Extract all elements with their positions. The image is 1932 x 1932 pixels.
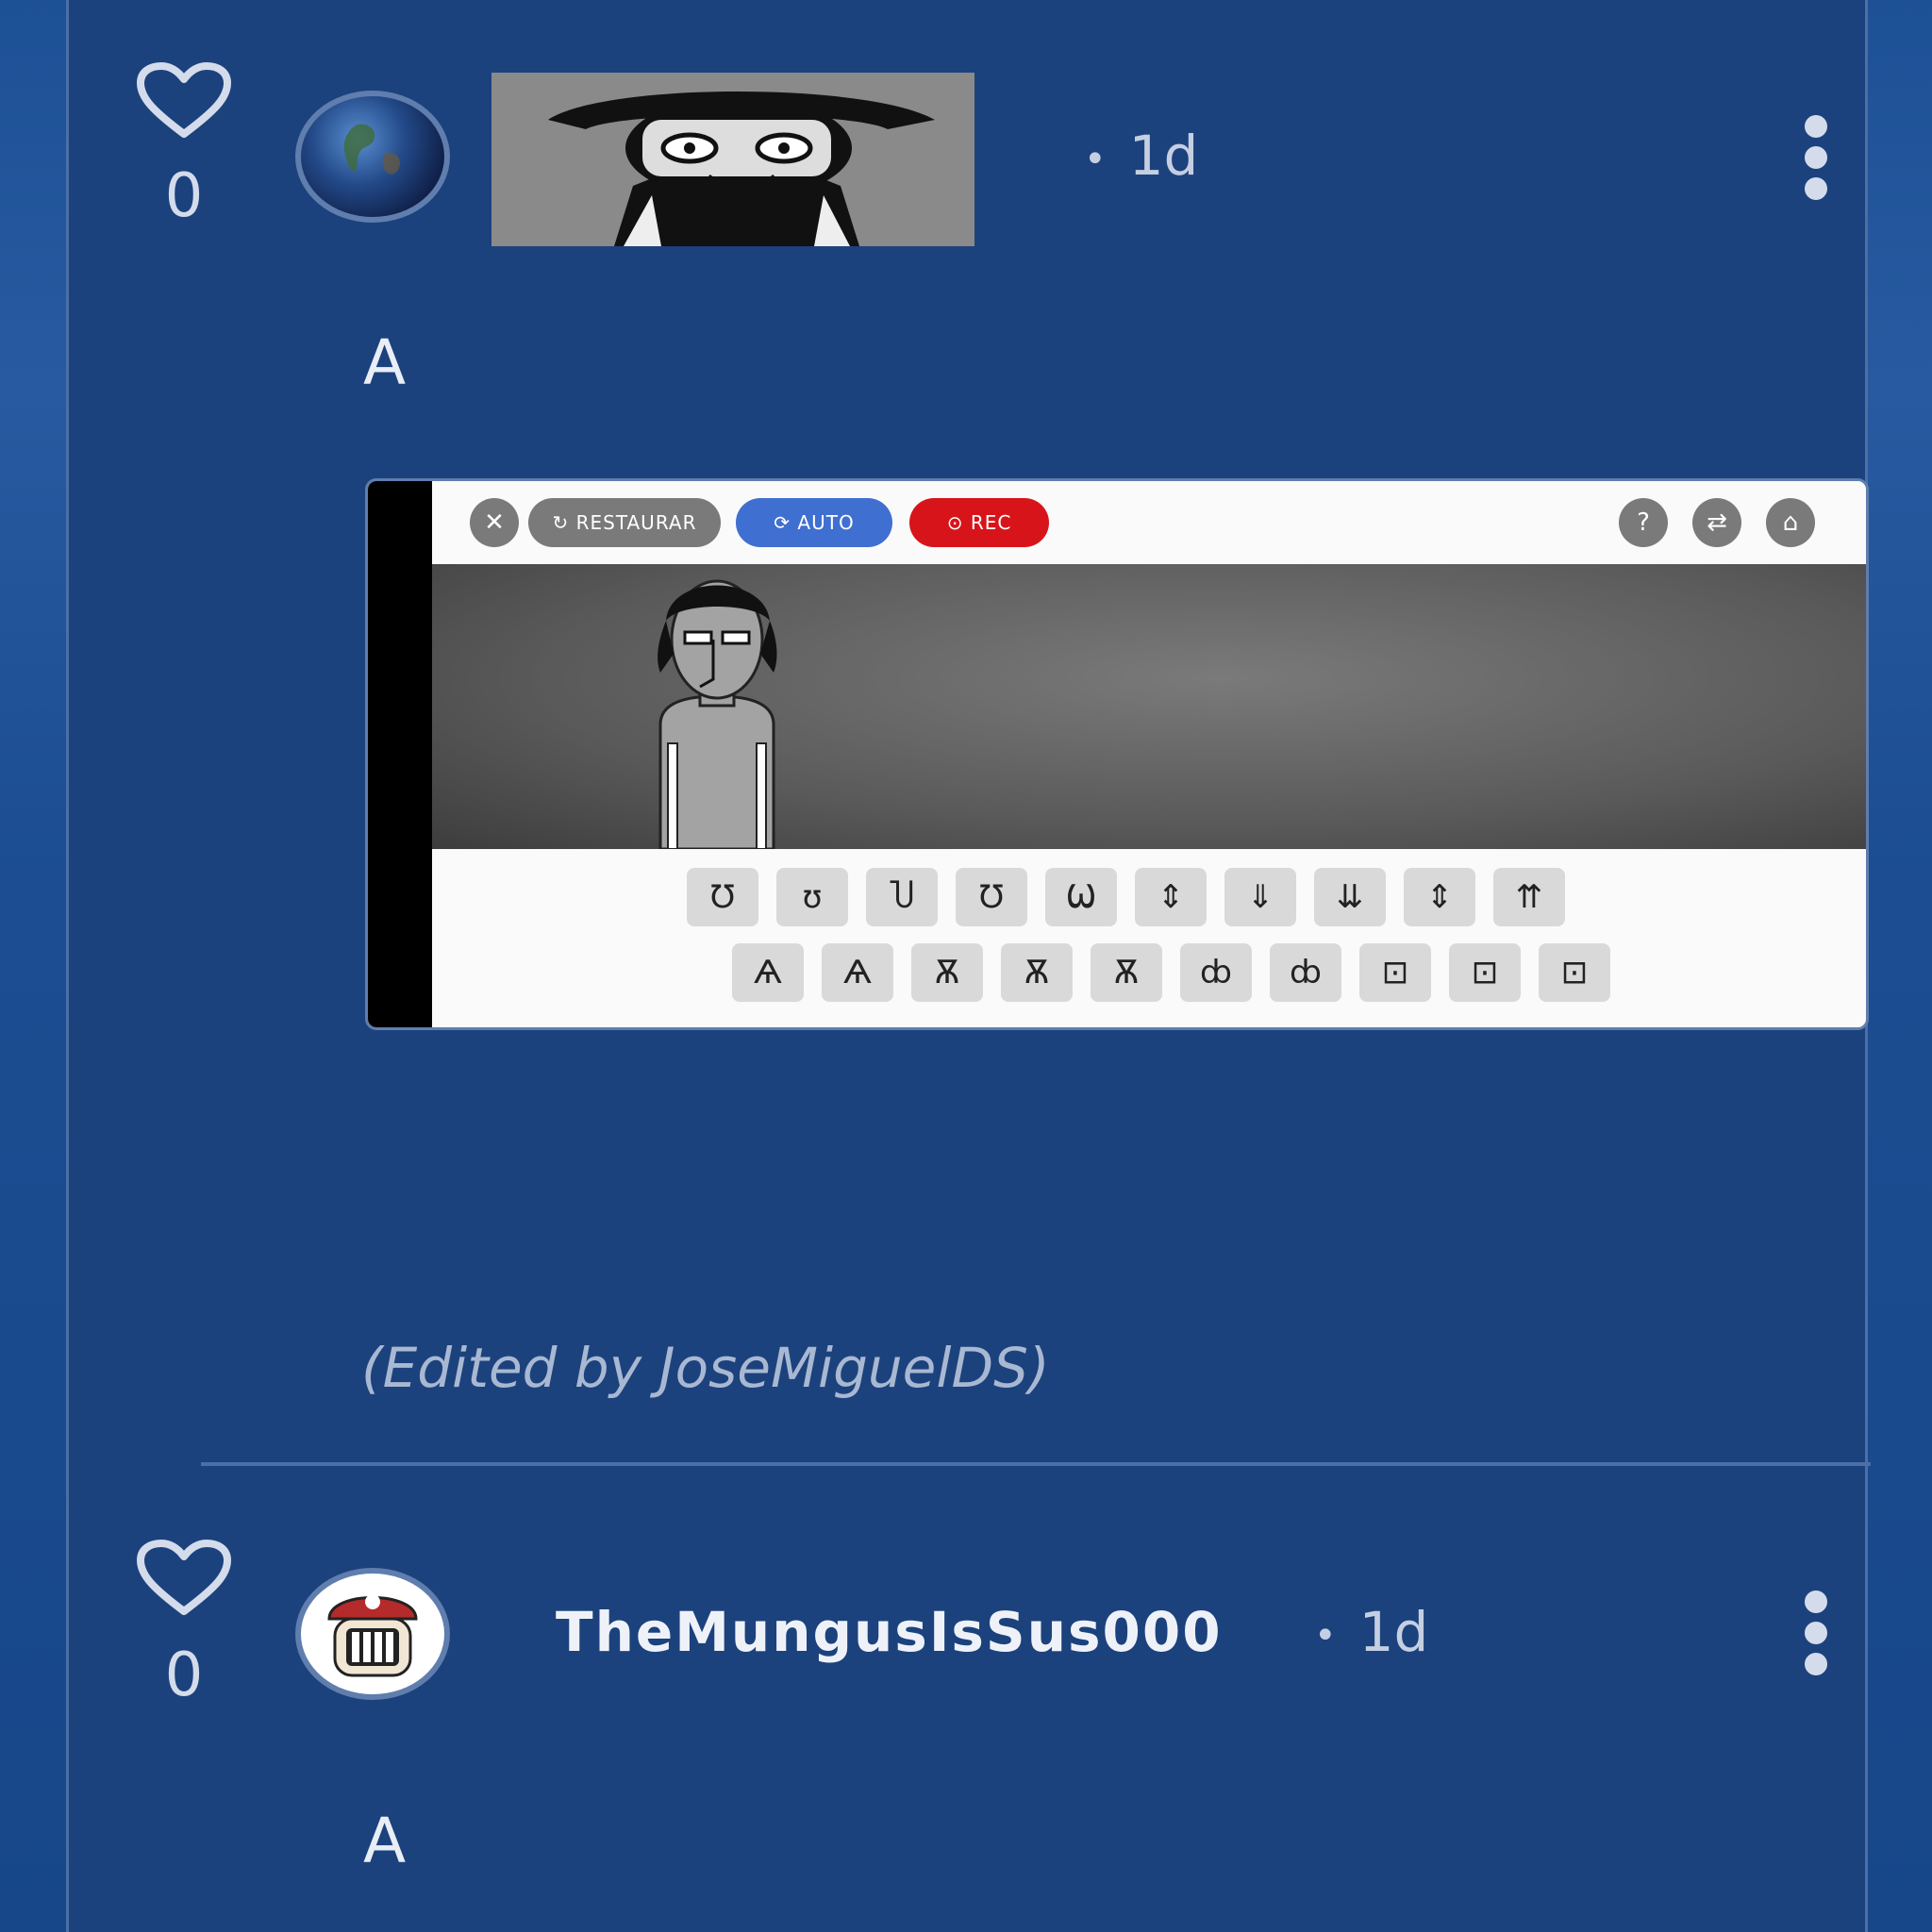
comments-panel: 0 • 1d A ✕ ↻ RESTAURAR ⟳ AUTO ⊙ REC ? ⇄ … (66, 0, 1871, 1932)
rec-label: REC (970, 511, 1012, 534)
rec-button: ⊙ REC (909, 498, 1049, 547)
sound-icon: ⊡ (1449, 943, 1521, 1002)
record-icon: ⊙ (946, 511, 971, 534)
close-icon: ✕ (470, 498, 519, 547)
sound-icon: Ⴎ (866, 868, 938, 926)
meta-separator: • (1314, 1613, 1337, 1657)
sound-icon: ⊡ (1359, 943, 1431, 1002)
sound-icon: Ѧ (822, 943, 893, 1002)
heart-outline-icon[interactable] (135, 62, 233, 140)
sound-icon: ȸ (1270, 943, 1341, 1002)
right-background-strip (1868, 0, 1932, 1932)
sound-icon: ⇈ (1493, 868, 1565, 926)
kebab-menu-icon[interactable] (1795, 113, 1837, 202)
restore-label: RESTAURAR (575, 511, 697, 534)
sync-icon: ⟳ (774, 511, 798, 534)
sound-icon: ʊ (776, 868, 848, 926)
comment-divider (201, 1462, 1871, 1466)
sound-icon: Ѫ (1091, 943, 1162, 1002)
username[interactable]: TheMungusIsSus000 (556, 1598, 1223, 1666)
sound-icon: ⇕ (1404, 868, 1475, 926)
globe-icon (343, 124, 401, 175)
comment-meta: • 1d (1305, 1602, 1428, 1666)
avatar[interactable] (295, 1568, 450, 1700)
game-toolbar: ✕ ↻ RESTAURAR ⟳ AUTO ⊙ REC ? ⇄ ⌂ (432, 481, 1866, 564)
mushroom-face-icon (327, 1594, 418, 1677)
embedded-screenshot[interactable]: ✕ ↻ RESTAURAR ⟳ AUTO ⊙ REC ? ⇄ ⌂ Ʊ ʊ Ⴎ Ʊ… (365, 478, 1869, 1030)
like-count: 0 (164, 161, 204, 231)
refresh-icon: ↻ (552, 511, 576, 534)
sound-icon: ⇓ (1224, 868, 1296, 926)
edited-note: (Edited by JoseMiguelDS) (361, 1336, 1050, 1400)
sound-icon: ⇕ (1135, 868, 1207, 926)
timestamp: 1d (1358, 1600, 1429, 1664)
sound-icon: Ѧ (732, 943, 804, 1002)
sound-icon-tray: Ʊ ʊ Ⴎ Ʊ Ѡ ⇕ ⇓ ⇊ ⇕ ⇈ Ѧ Ѧ Ѫ Ѫ Ѫ ȸ ȸ ⊡ ⊡ ⊡ (432, 849, 1866, 1027)
comment-meta: • 1d (1074, 125, 1198, 190)
comment-body: A (363, 326, 407, 399)
like-count: 0 (164, 1641, 204, 1710)
home-icon: ⌂ (1766, 498, 1815, 547)
kebab-menu-icon[interactable] (1795, 1589, 1837, 1677)
screenshot-black-bar (368, 481, 432, 1027)
sound-icon: Ѫ (911, 943, 983, 1002)
help-icon: ? (1619, 498, 1668, 547)
restore-button: ↻ RESTAURAR (528, 498, 721, 547)
game-stage (432, 564, 1866, 849)
sound-icon: Ʊ (956, 868, 1027, 926)
sound-icon: ȸ (1180, 943, 1252, 1002)
meta-separator: • (1084, 137, 1107, 181)
avatar[interactable] (295, 91, 450, 223)
profile-banner-image (491, 73, 974, 246)
auto-label: AUTO (797, 511, 855, 534)
auto-button: ⟳ AUTO (736, 498, 892, 547)
sound-icon: ⊡ (1539, 943, 1610, 1002)
swap-icon: ⇄ (1692, 498, 1741, 547)
sound-icon: Ѫ (1001, 943, 1073, 1002)
sound-icon: Ѡ (1045, 868, 1117, 926)
character-face-image (491, 73, 974, 246)
sound-icon: ⇊ (1314, 868, 1386, 926)
timestamp: 1d (1128, 124, 1199, 188)
heart-outline-icon[interactable] (135, 1540, 233, 1617)
sound-icon: Ʊ (687, 868, 758, 926)
character-figure (658, 579, 777, 849)
left-background-strip (0, 0, 66, 1932)
comment-body: A (363, 1805, 407, 1877)
